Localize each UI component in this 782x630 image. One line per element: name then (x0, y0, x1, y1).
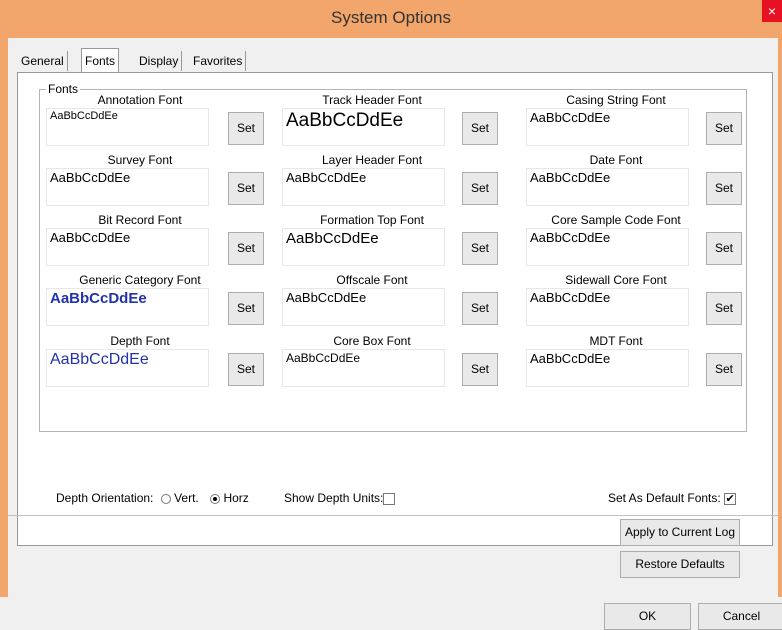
core-box-font-set-button[interactable]: Set (462, 353, 498, 386)
core-box-font-sample: AaBbCcDdEe (282, 349, 445, 387)
generic-category-font-label: Generic Category Font (79, 273, 201, 287)
tab-fonts[interactable]: Fonts (81, 48, 120, 73)
set-as-default-fonts: Set As Default Fonts: ✔ (608, 491, 737, 505)
core-box-font-label: Core Box Font (333, 334, 411, 348)
depth-orientation: Depth Orientation: Vert. Horz (56, 491, 249, 505)
set-as-default-fonts-checkbox[interactable]: ✔ (724, 492, 737, 505)
window-frame-right (778, 38, 782, 597)
bit-record-font-set-button[interactable]: Set (228, 232, 264, 265)
show-depth-units: Show Depth Units: (284, 491, 396, 505)
title-bar: System Options × (0, 0, 782, 38)
horz-label: Horz (223, 491, 249, 505)
dialog-separator (8, 515, 778, 516)
sidewall-core-font-set-button[interactable]: Set (706, 292, 742, 325)
mdt-font-label: MDT Font (589, 334, 643, 348)
casing-string-font-label: Casing String Font (566, 93, 666, 107)
core-sample-code-font-sample: AaBbCcDdEe (526, 228, 689, 266)
layer-header-font-set-button[interactable]: Set (462, 172, 498, 205)
tab-display[interactable]: Display (136, 51, 183, 71)
tab-general[interactable]: General (18, 51, 68, 71)
show-depth-units-label: Show Depth Units: (284, 491, 384, 505)
core-sample-code-font-set-button[interactable]: Set (706, 232, 742, 265)
offscale-font-sample: AaBbCcDdEe (282, 288, 445, 326)
close-button[interactable]: × (762, 0, 782, 22)
window-title: System Options (331, 8, 451, 27)
ok-button[interactable]: OK (604, 603, 691, 630)
apply-to-current-log-button[interactable]: Apply to Current Log (620, 519, 740, 546)
track-header-font-sample: AaBbCcDdEe (282, 108, 445, 146)
survey-font-set-button[interactable]: Set (228, 172, 264, 205)
vert-radio[interactable] (160, 493, 171, 504)
cancel-button[interactable]: Cancel (698, 603, 782, 630)
layer-header-font-label: Layer Header Font (321, 153, 423, 167)
offscale-font-set-button[interactable]: Set (462, 292, 498, 325)
window-frame-left (0, 38, 8, 597)
depth-font-sample: AaBbCcDdEe (46, 349, 209, 387)
track-header-font-label: Track Header Font (322, 93, 422, 107)
casing-string-font-set-button[interactable]: Set (706, 112, 742, 145)
formation-top-font-sample: AaBbCcDdEe (282, 228, 445, 266)
core-sample-code-font-label: Core Sample Code Font (551, 213, 681, 227)
annotation-font-set-button[interactable]: Set (228, 112, 264, 145)
generic-category-font-sample: AaBbCcDdEe (46, 288, 209, 326)
bit-record-font-label: Bit Record Font (98, 213, 182, 227)
set-as-default-fonts-label: Set As Default Fonts: (608, 491, 721, 505)
formation-top-font-label: Formation Top Font (320, 213, 424, 227)
sidewall-core-font-sample: AaBbCcDdEe (526, 288, 689, 326)
fonts-group: Fonts Annotation Font AaBbCcDdEe Set Track … (39, 82, 747, 432)
horz-radio[interactable] (210, 493, 221, 504)
annotation-font-label: Annotation Font (97, 93, 183, 107)
depth-font-set-button[interactable]: Set (228, 353, 264, 386)
dialog-client: General Fonts Display Favorites Fonts An… (8, 38, 782, 630)
vert-label: Vert. (174, 491, 199, 505)
track-header-font-set-button[interactable]: Set (462, 112, 498, 145)
date-font-sample: AaBbCcDdEe (526, 168, 689, 206)
survey-font-label: Survey Font (107, 153, 173, 167)
mdt-font-sample: AaBbCcDdEe (526, 349, 689, 387)
annotation-font-sample: AaBbCcDdEe (46, 108, 209, 146)
mdt-font-set-button[interactable]: Set (706, 353, 742, 386)
offscale-font-label: Offscale Font (336, 273, 408, 287)
bit-record-font-sample: AaBbCcDdEe (46, 228, 209, 266)
date-font-set-button[interactable]: Set (706, 172, 742, 205)
casing-string-font-sample: AaBbCcDdEe (526, 108, 689, 146)
depth-font-label: Depth Font (110, 334, 170, 348)
layer-header-font-sample: AaBbCcDdEe (282, 168, 445, 206)
tab-favorites[interactable]: Favorites (190, 51, 247, 71)
fonts-tab-panel: Fonts Annotation Font AaBbCcDdEe Set Track … (17, 72, 773, 546)
generic-category-font-set-button[interactable]: Set (228, 292, 264, 325)
depth-orientation-label: Depth Orientation: (56, 491, 154, 505)
restore-defaults-button[interactable]: Restore Defaults (620, 551, 740, 578)
formation-top-font-set-button[interactable]: Set (462, 232, 498, 265)
survey-font-sample: AaBbCcDdEe (46, 168, 209, 206)
date-font-label: Date Font (589, 153, 643, 167)
show-depth-units-checkbox[interactable] (383, 492, 396, 505)
sidewall-core-font-label: Sidewall Core Font (565, 273, 667, 287)
